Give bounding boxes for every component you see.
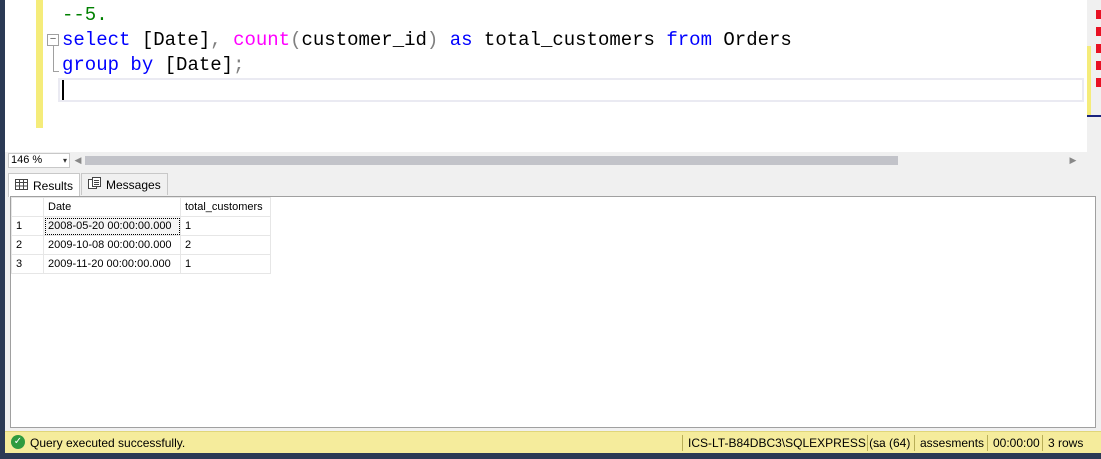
- grid-icon: [15, 178, 28, 193]
- check-circle-icon: ✓: [11, 435, 25, 449]
- header-row: Date total_customers: [11, 197, 271, 217]
- query-editor[interactable]: --5. − select [Date], count(customer_id)…: [5, 0, 1101, 152]
- row-number[interactable]: 1: [11, 216, 44, 236]
- outline-guide: [53, 46, 54, 72]
- error-marker: [1096, 44, 1101, 53]
- status-message: Query executed successfully.: [30, 436, 186, 450]
- status-server: ICS-LT-B84DBC3\SQLEXPRESS (...: [682, 435, 883, 451]
- collapse-toggle-icon[interactable]: −: [47, 34, 59, 46]
- horizontal-scroll-thumb[interactable]: [85, 156, 898, 165]
- tab-messages[interactable]: Messages: [81, 173, 168, 195]
- code-token: [Date]: [153, 54, 234, 76]
- grid-cell-total[interactable]: 1: [180, 254, 271, 274]
- code-line-2[interactable]: select [Date], count(customer_id) as tot…: [62, 28, 792, 53]
- table-row[interactable]: 1 2008-05-20 00:00:00.000 1: [11, 216, 271, 236]
- grid-cell-date[interactable]: 2008-05-20 00:00:00.000: [43, 216, 181, 236]
- error-marker: [1096, 78, 1101, 87]
- code-token: ,: [210, 29, 222, 51]
- status-elapsed: 00:00:00: [987, 435, 1040, 451]
- code-token: [Date]: [130, 29, 211, 51]
- text-caret: [62, 80, 64, 100]
- scroll-right-icon[interactable]: ▶: [1068, 154, 1078, 167]
- scroll-change-marker: [1087, 46, 1091, 116]
- error-marker: [1096, 10, 1101, 19]
- column-header-total-customers[interactable]: total_customers: [180, 197, 271, 217]
- zoom-value: 146 %: [11, 154, 43, 166]
- keyword-as: as: [449, 29, 473, 51]
- status-row-count: 3 rows: [1042, 435, 1083, 451]
- outline-guide-end: [53, 71, 59, 72]
- grid-cell-total[interactable]: 1: [180, 216, 271, 236]
- code-token: Orders: [711, 29, 792, 51]
- code-line-1[interactable]: --5.: [62, 3, 108, 28]
- row-number[interactable]: 3: [11, 254, 44, 274]
- function-count: count: [233, 29, 291, 51]
- vertical-scrollbar[interactable]: [1087, 0, 1101, 152]
- status-database: assesments: [914, 435, 984, 451]
- grid-cell-date[interactable]: 2009-10-08 00:00:00.000: [43, 235, 181, 255]
- results-panel: Results Messages Date total_customers 1 …: [5, 169, 1101, 431]
- query-status-bar: ✓ Query executed successfully. ICS-LT-B8…: [5, 431, 1101, 453]
- row-number-header[interactable]: [11, 197, 44, 217]
- table-row[interactable]: 2 2009-10-08 00:00:00.000 2: [11, 235, 271, 255]
- code-line-3[interactable]: group by [Date];: [62, 53, 244, 78]
- change-tracking-bar: [36, 0, 43, 128]
- code-token: (: [290, 29, 302, 51]
- caret-position-marker: [1087, 115, 1101, 117]
- chevron-down-icon[interactable]: ▾: [63, 154, 67, 167]
- grid-cell-date[interactable]: 2009-11-20 00:00:00.000: [43, 254, 181, 274]
- code-token: ;: [233, 54, 245, 76]
- keyword-group: group: [62, 54, 120, 76]
- grid-cell-total[interactable]: 2: [180, 235, 271, 255]
- results-table: Date total_customers 1 2008-05-20 00:00:…: [11, 197, 271, 274]
- code-token: total_customers: [472, 29, 667, 51]
- tab-label: Results: [33, 178, 74, 193]
- error-marker: [1096, 61, 1101, 70]
- editor-gutter: [5, 0, 35, 152]
- editor-horizontal-bar: 146 % ▾ ◀ ▶: [5, 152, 1101, 169]
- row-number[interactable]: 2: [11, 235, 44, 255]
- tab-label: Messages: [106, 177, 161, 192]
- keyword-from: from: [666, 29, 712, 51]
- messages-icon: [88, 177, 102, 192]
- status-user: sa (64): [867, 435, 910, 451]
- keyword-by: by: [130, 54, 154, 76]
- tab-results[interactable]: Results: [8, 173, 81, 197]
- keyword-select: select: [62, 29, 131, 51]
- error-marker: [1096, 27, 1101, 36]
- comment-token: --5.: [62, 4, 108, 26]
- zoom-dropdown[interactable]: 146 % ▾: [8, 153, 70, 168]
- scroll-left-icon[interactable]: ◀: [73, 154, 83, 167]
- column-header-date[interactable]: Date: [43, 197, 181, 217]
- code-token: customer_id: [301, 29, 427, 51]
- table-row[interactable]: 3 2009-11-20 00:00:00.000 1: [11, 254, 271, 274]
- code-token: ): [426, 29, 439, 51]
- current-line-highlight: [58, 78, 1084, 102]
- results-tabs: Results Messages: [8, 173, 169, 197]
- results-grid[interactable]: Date total_customers 1 2008-05-20 00:00:…: [10, 196, 1096, 428]
